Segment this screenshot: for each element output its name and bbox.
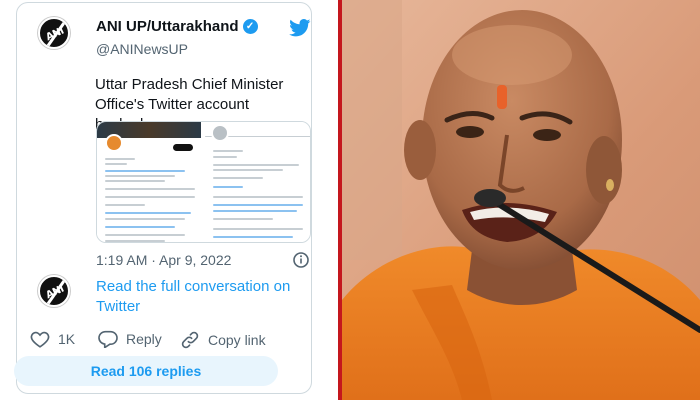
speaker-photo-illustration <box>342 0 700 400</box>
media-screenshot-profile <box>97 122 203 242</box>
author-name[interactable]: ANI UP/Uttarakhand <box>96 18 239 35</box>
tweet-media[interactable] <box>96 121 311 243</box>
reply-label: Reply <box>126 331 162 347</box>
copy-link-button[interactable]: Copy link <box>180 330 266 350</box>
avatar-text: ANI <box>44 25 66 44</box>
heart-icon <box>30 331 50 348</box>
read-replies-button[interactable]: Read 106 replies <box>14 356 278 386</box>
tweet-timestamp[interactable]: 1:19 AM · Apr 9, 2022 <box>96 252 231 268</box>
reply-button[interactable]: Reply <box>98 330 162 348</box>
author-avatar[interactable]: ANI <box>38 17 70 49</box>
avatar-text: ANI <box>44 283 66 302</box>
verified-icon: ✓ <box>242 19 258 34</box>
tweet-actions: 1K Reply Copy link <box>30 330 290 350</box>
author-name-row: ANI UP/Uttarakhand ✓ <box>96 18 258 35</box>
copy-link-label: Copy link <box>208 332 266 348</box>
info-icon[interactable] <box>292 251 310 269</box>
like-button[interactable]: 1K <box>30 330 75 348</box>
conversation-avatar[interactable]: ANI <box>38 275 70 307</box>
media-screenshot-profile-hacked <box>205 122 310 242</box>
reply-icon <box>98 330 118 348</box>
author-handle[interactable]: @ANINewsUP <box>96 41 188 57</box>
like-count: 1K <box>58 331 76 347</box>
read-full-conversation-link[interactable]: Read the full conversation on Twitter <box>96 277 296 317</box>
tweet-embed-panel: ANI ANI UP/Uttarakhand ✓ @ANINewsUP Utta… <box>0 0 338 400</box>
twitter-bird-icon[interactable] <box>289 19 311 37</box>
speaker-photo <box>342 0 700 400</box>
link-icon <box>181 331 199 349</box>
